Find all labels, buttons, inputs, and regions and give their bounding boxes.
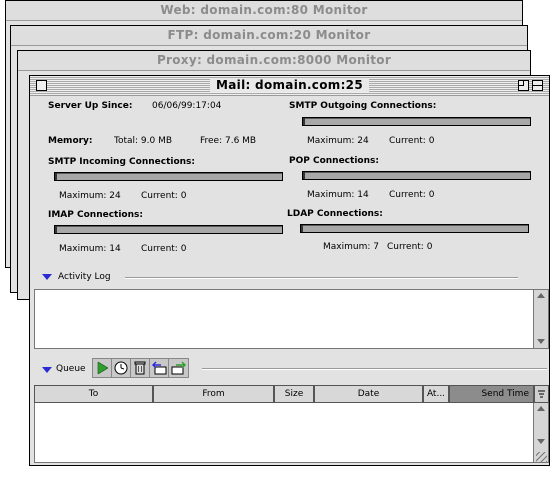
queue-toolbar [92, 358, 189, 378]
server-up-label: Server Up Since: [48, 101, 133, 111]
pop-label: POP Connections: [289, 156, 379, 166]
pop-bar [302, 171, 531, 180]
memory-label: Memory: [48, 136, 93, 146]
proxy-monitor-title: Proxy: domain.com:8000 Monitor [150, 53, 398, 67]
windowshade-box-icon[interactable] [532, 80, 543, 91]
server-up-value: 06/06/99:17:04 [152, 101, 222, 111]
column-size[interactable]: Size [274, 385, 314, 403]
activity-log-divider [125, 277, 518, 279]
column-from[interactable]: From [153, 385, 274, 403]
queue-list-pane[interactable] [34, 403, 549, 463]
imap-maximum: Maximum: 14 [59, 244, 121, 254]
memory-free: Free: 7.6 MB [200, 136, 257, 146]
smtp-outgoing-maximum: Maximum: 24 [307, 136, 369, 146]
return-mail-icon[interactable] [150, 359, 169, 377]
ldap-bar [300, 224, 529, 233]
smtp-outgoing-current: Current: 0 [389, 136, 435, 146]
smtp-incoming-maximum: Maximum: 24 [59, 191, 121, 201]
imap-bar [54, 225, 283, 234]
activity-log-label: Activity Log [58, 272, 111, 282]
mail-monitor-titlebar[interactable]: Mail: domain.com:25 [30, 76, 549, 96]
ldap-current: Current: 0 [387, 242, 433, 252]
ldap-label: LDAP Connections: [287, 209, 383, 219]
clock-icon[interactable] [112, 359, 131, 377]
smtp-incoming-label: SMTP Incoming Connections: [48, 157, 196, 167]
pop-maximum: Maximum: 14 [307, 190, 369, 200]
imap-current: Current: 0 [141, 244, 187, 254]
ldap-maximum: Maximum: 7 [323, 242, 379, 252]
trash-icon[interactable] [131, 359, 150, 377]
queue-disclosure-icon[interactable] [42, 367, 52, 373]
scroll-down-arrow-icon[interactable] [537, 339, 545, 344]
ftp-monitor-titlebar[interactable]: FTP: domain.com:20 Monitor [11, 26, 527, 46]
imap-label: IMAP Connections: [48, 210, 143, 220]
column-send-time[interactable]: Send Time [449, 385, 534, 403]
smtp-outgoing-label: SMTP Outgoing Connections: [289, 101, 437, 111]
activity-log-disclosure-icon[interactable] [42, 274, 52, 280]
activity-log-scrollbar[interactable] [533, 290, 548, 348]
pop-current: Current: 0 [389, 190, 435, 200]
queue-divider [202, 368, 547, 370]
smtp-outgoing-bar [302, 117, 531, 126]
queue-label: Queue [56, 364, 86, 374]
smtp-incoming-bar [54, 172, 283, 181]
column-attempts[interactable]: At... [423, 385, 449, 403]
web-monitor-title: Web: domain.com:80 Monitor [154, 3, 374, 17]
scroll-up-arrow-icon[interactable] [537, 293, 545, 298]
memory-total: Total: 9.0 MB [114, 136, 173, 146]
column-to[interactable]: To [34, 385, 153, 403]
resize-grip-icon[interactable] [536, 452, 547, 463]
queue-scroll-up-arrow-icon[interactable] [537, 406, 545, 411]
mail-window-title: Mail: domain.com:25 [210, 78, 369, 92]
web-monitor-titlebar[interactable]: Web: domain.com:80 Monitor [6, 1, 522, 21]
play-icon[interactable] [93, 359, 112, 377]
zoom-box-icon[interactable] [518, 80, 529, 91]
mail-monitor-window[interactable]: Mail: domain.com:25 Server Up Since: 06/… [29, 75, 550, 466]
ftp-monitor-title: FTP: domain.com:20 Monitor [161, 28, 377, 42]
column-date[interactable]: Date [314, 385, 423, 403]
sort-direction-icon[interactable] [534, 385, 549, 403]
forward-mail-icon[interactable] [169, 359, 188, 377]
smtp-incoming-current: Current: 0 [141, 191, 187, 201]
proxy-monitor-titlebar[interactable]: Proxy: domain.com:8000 Monitor [18, 51, 530, 71]
queue-scroll-down-arrow-icon[interactable] [537, 439, 545, 444]
queue-table-header: To From Size Date At... Send Time [34, 385, 549, 403]
activity-log-pane[interactable] [34, 289, 549, 349]
